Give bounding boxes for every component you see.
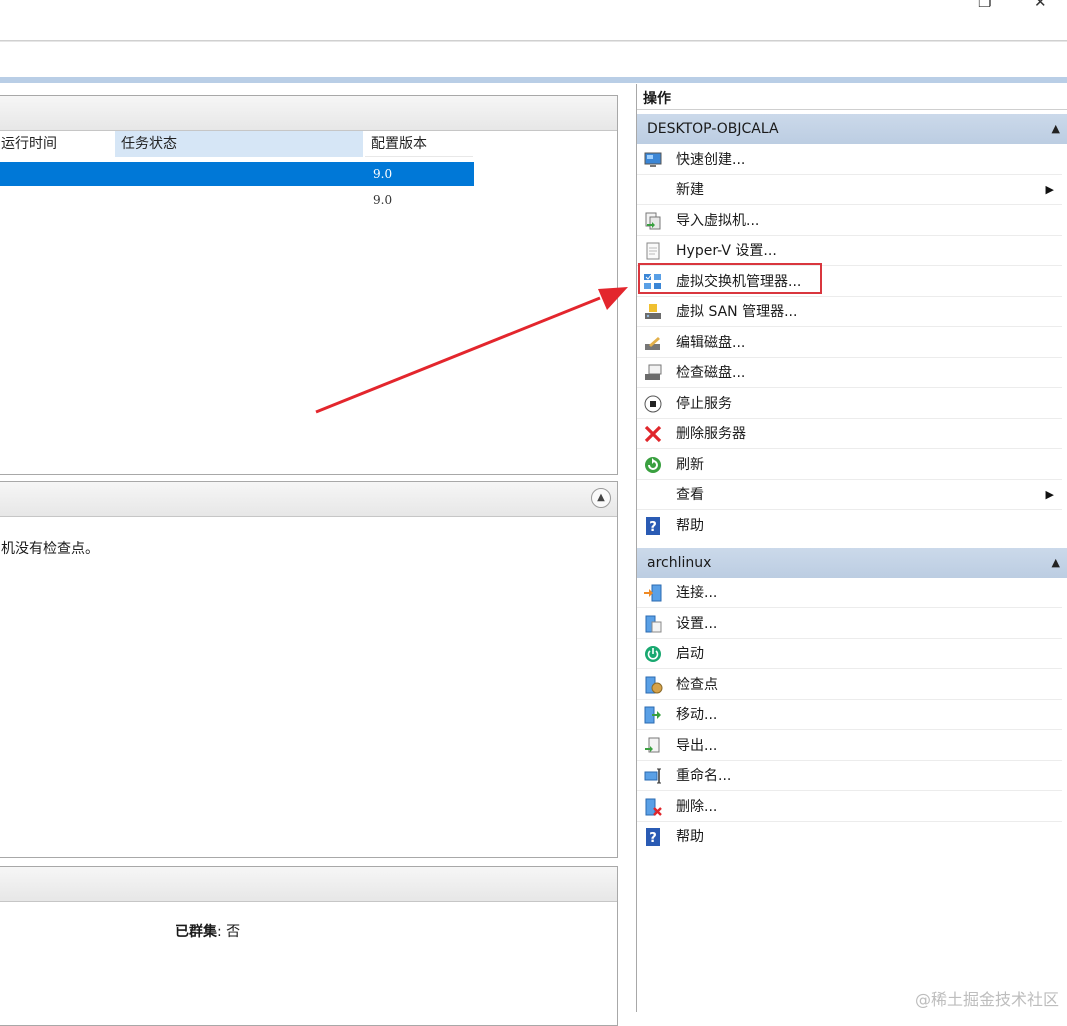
watermark-text: @稀土掘金技术社区: [914, 990, 1059, 1009]
annotation-arrow: [315, 287, 628, 414]
